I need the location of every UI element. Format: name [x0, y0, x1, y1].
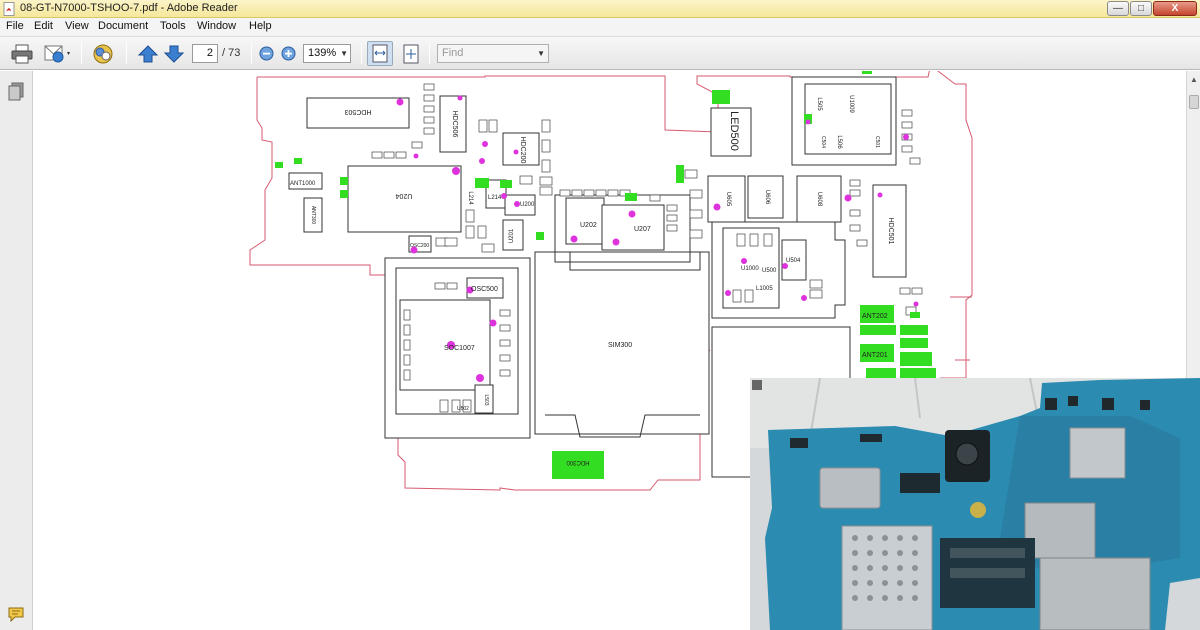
- label-u200: U200: [520, 202, 535, 208]
- label-hdc200: HDC200: [519, 137, 526, 164]
- scroll-thumb[interactable]: [1189, 95, 1199, 109]
- label-soc1007: SOC1007: [444, 345, 475, 352]
- menu-document[interactable]: Document: [98, 20, 148, 32]
- zoom-out-icon[interactable]: [259, 46, 274, 61]
- label-c504: C504: [820, 136, 826, 148]
- label-hdc506: HDC506: [451, 111, 458, 138]
- label-u207: U207: [634, 226, 651, 233]
- label-ant201: ANT201: [862, 352, 888, 359]
- label-led500: LED500: [728, 111, 740, 151]
- scroll-up-icon[interactable]: ▲: [1189, 75, 1199, 87]
- zoom-in-icon[interactable]: [281, 46, 296, 61]
- label-sim300: SIM300: [608, 342, 632, 349]
- chevron-down-icon: ▼: [537, 49, 545, 58]
- label-u500: U500: [762, 268, 777, 274]
- menu-tools[interactable]: Tools: [160, 20, 186, 32]
- label-u606: U606: [764, 190, 770, 205]
- label-l1005: L1005: [756, 286, 773, 292]
- menu-window[interactable]: Window: [197, 20, 236, 32]
- label-u201: U201: [509, 228, 515, 243]
- zoom-level-value: 139%: [308, 47, 337, 59]
- label-u-top: U1009: [848, 95, 854, 113]
- fit-page-icon[interactable]: [400, 43, 422, 65]
- label-osc500: OSC500: [471, 286, 498, 293]
- fit-width-button[interactable]: [367, 41, 393, 66]
- label-l214-side: L214: [467, 191, 473, 205]
- label-l505: L505: [816, 97, 822, 111]
- menu-view[interactable]: View: [65, 20, 89, 32]
- label-u1000: U1000: [741, 266, 759, 272]
- comments-icon[interactable]: [7, 606, 27, 622]
- pcb-photo-overlay: [750, 378, 1200, 630]
- label-u504: U504: [786, 258, 801, 264]
- find-input[interactable]: Find ▼: [437, 44, 549, 63]
- email-icon[interactable]: [44, 44, 72, 64]
- label-u202: U202: [580, 222, 597, 229]
- page-total: / 73: [222, 47, 241, 59]
- label-u502: U502: [457, 406, 469, 412]
- label-ant1000: ANT1000: [290, 181, 316, 187]
- window-title: 08-GT-N7000-TSHOO-7.pdf - Adobe Reader: [20, 2, 238, 14]
- label-u204: U204: [396, 192, 413, 199]
- fit-width-icon: [372, 44, 388, 63]
- pages-panel-icon[interactable]: [8, 82, 25, 102]
- menu-edit[interactable]: Edit: [34, 20, 53, 32]
- toolbar: 2 / 73 139% ▼ Find ▼: [0, 37, 1200, 70]
- collaborate-icon[interactable]: [91, 43, 115, 65]
- navigation-panel: [0, 71, 33, 630]
- menu-file[interactable]: File: [6, 20, 24, 32]
- pdf-file-icon: [3, 2, 15, 16]
- find-placeholder: Find: [442, 47, 464, 59]
- menu-bar: File Edit View Document Tools Window Hel…: [0, 18, 1200, 37]
- label-c501: C501: [874, 136, 880, 148]
- label-hdc503: HDC503: [344, 108, 371, 115]
- print-icon[interactable]: [11, 44, 33, 64]
- label-hdc501: HDC501: [887, 218, 894, 245]
- label-l214: L214: [488, 195, 502, 201]
- label-l503: L503: [483, 394, 489, 405]
- zoom-level-select[interactable]: 139% ▼: [303, 44, 351, 63]
- page-number-input[interactable]: 2: [192, 44, 218, 63]
- label-l506: L506: [836, 135, 842, 149]
- pcb-photo: [750, 378, 1200, 630]
- close-button[interactable]: X: [1153, 1, 1197, 16]
- label-osc200: OSC200: [410, 243, 429, 249]
- adobe-reader-window: 08-GT-N7000-TSHOO-7.pdf - Adobe Reader —…: [0, 0, 1200, 630]
- next-page-icon[interactable]: [164, 45, 184, 63]
- label-ant202: ANT202: [862, 313, 888, 320]
- menu-help[interactable]: Help: [249, 20, 272, 32]
- chevron-down-icon: ▼: [340, 49, 348, 58]
- minimize-button[interactable]: —: [1107, 1, 1129, 16]
- label-hdc300: HDC300: [566, 459, 590, 465]
- previous-page-icon[interactable]: [138, 45, 158, 63]
- label-ant300: ANT300: [310, 206, 316, 225]
- maximize-button[interactable]: □: [1130, 1, 1152, 16]
- title-bar: 08-GT-N7000-TSHOO-7.pdf - Adobe Reader —…: [0, 0, 1200, 18]
- label-u605: U605: [725, 192, 731, 207]
- label-u608: U608: [816, 192, 822, 207]
